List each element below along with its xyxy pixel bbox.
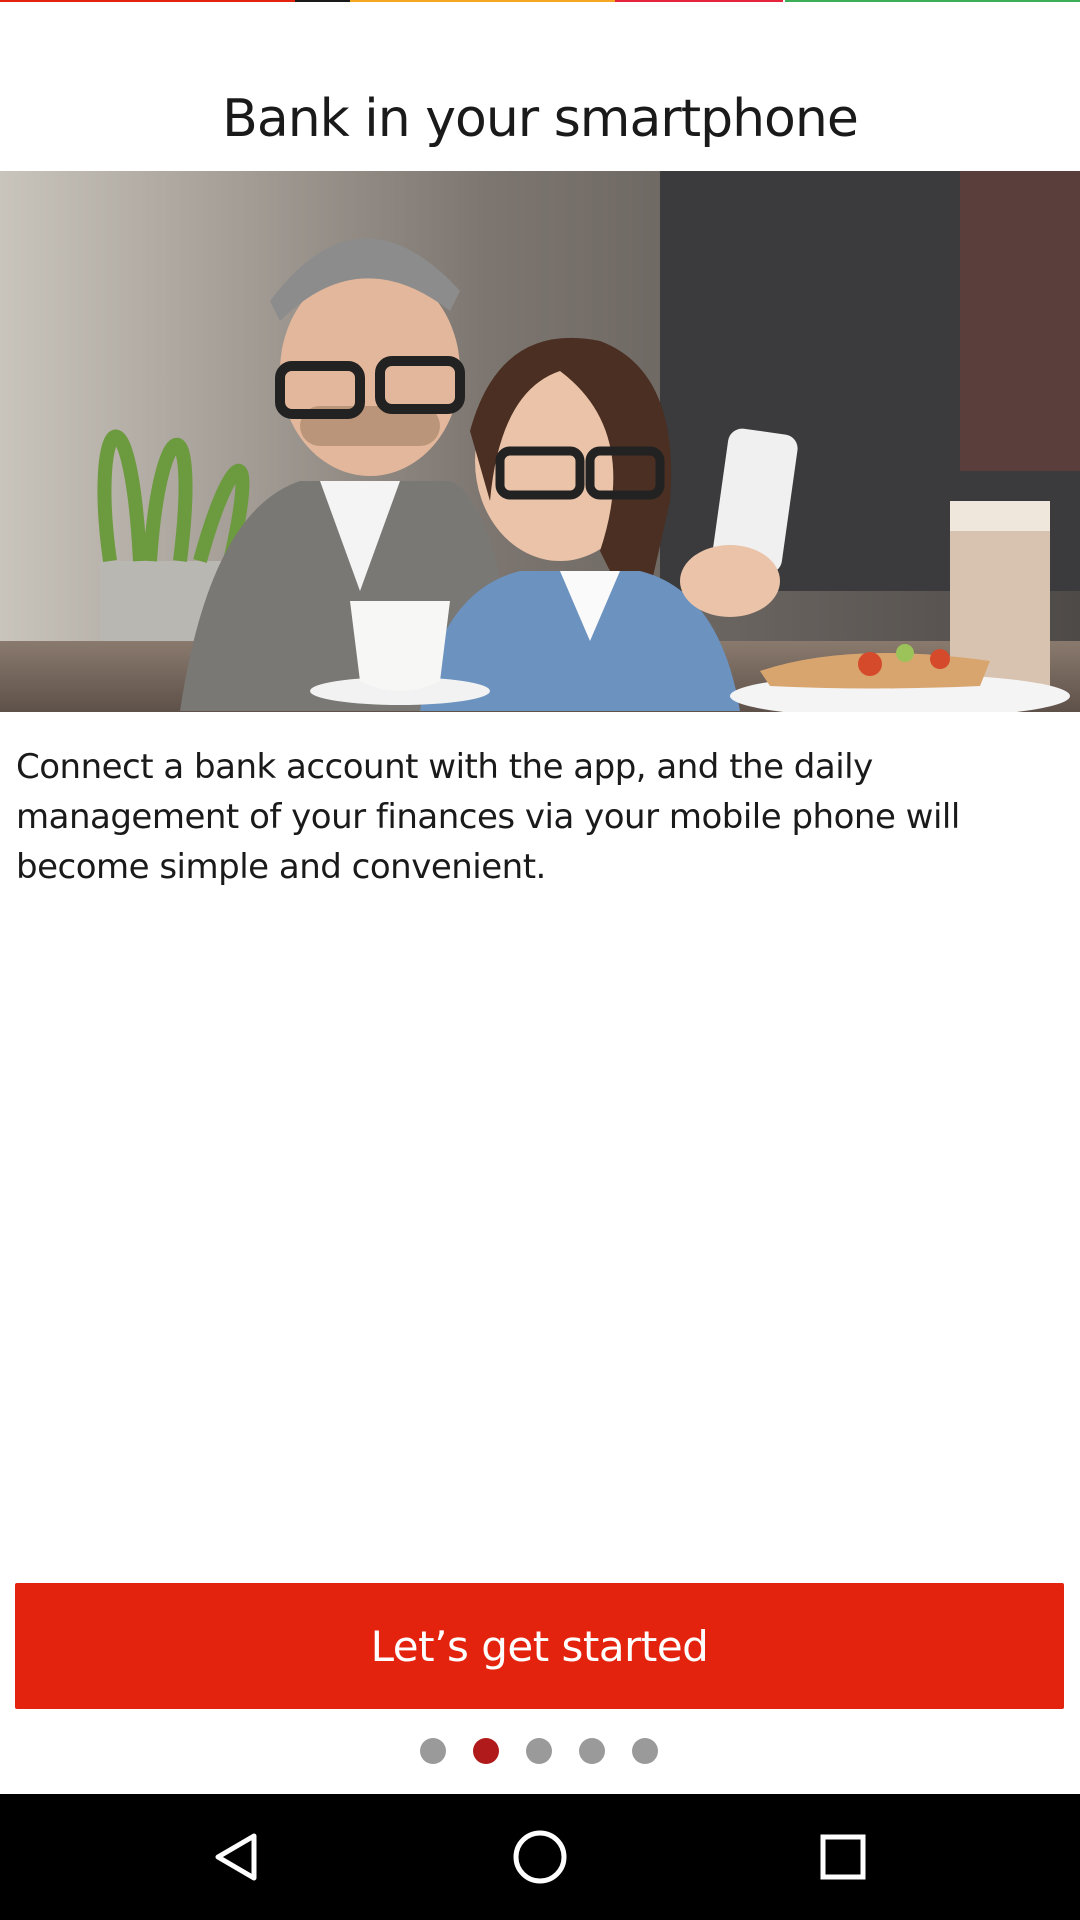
page-dot-5[interactable] — [632, 1738, 658, 1764]
brand-color-strip — [0, 0, 1080, 2]
page-dot-3[interactable] — [526, 1738, 552, 1764]
page-dot-1[interactable] — [420, 1738, 446, 1764]
strip-segment-red — [0, 0, 295, 2]
couple-with-smartphone-illustration — [0, 171, 1080, 712]
home-circle-icon[interactable] — [505, 1822, 575, 1892]
page-indicator — [0, 1738, 1080, 1766]
strip-segment-green — [785, 0, 1080, 2]
page-dot-4[interactable] — [579, 1738, 605, 1764]
page-title: Bank in your smartphone — [222, 89, 859, 149]
page-dot-2-active[interactable] — [473, 1738, 499, 1764]
get-started-button[interactable]: Let’s get started — [15, 1583, 1064, 1709]
strip-segment-black — [295, 0, 350, 2]
strip-segment-orange — [350, 0, 615, 2]
recents-square-icon[interactable] — [808, 1822, 878, 1892]
onboarding-description: Connect a bank account with the app, and… — [16, 747, 960, 887]
strip-segment-pink — [615, 0, 783, 2]
system-navigation-bar — [0, 1794, 1080, 1920]
hero-image — [0, 171, 1080, 712]
back-triangle-icon[interactable] — [200, 1822, 270, 1892]
